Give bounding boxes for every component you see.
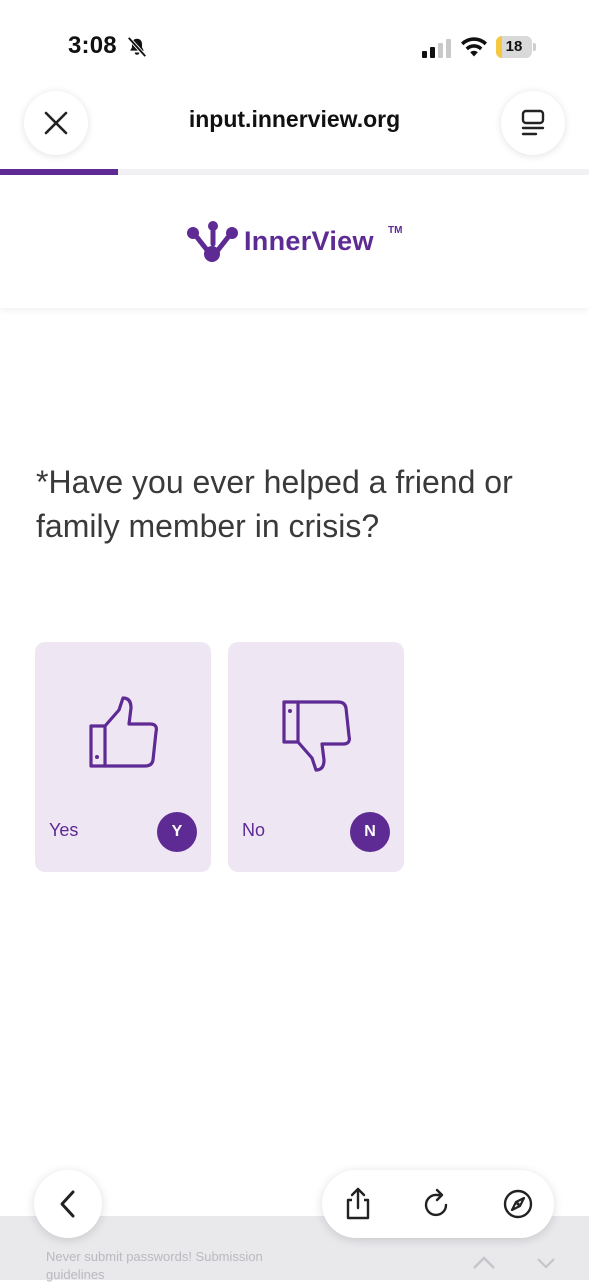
page-progress-bar — [0, 169, 589, 175]
chevron-up-icon[interactable] — [472, 1254, 496, 1270]
url-address[interactable]: input.innerview.org — [120, 106, 469, 133]
compass-icon — [503, 1189, 533, 1219]
thumbs-down-icon — [282, 700, 351, 772]
reload-icon — [424, 1188, 448, 1217]
back-button[interactable] — [34, 1170, 102, 1238]
battery-level-text: 18 — [505, 38, 523, 55]
status-time: 3:08 — [68, 32, 117, 59]
brand-name: InnerView — [244, 226, 374, 256]
reader-menu-button[interactable] — [501, 91, 565, 155]
yes-shortcut-key: Y — [157, 812, 197, 852]
share-button[interactable] — [338, 1184, 378, 1224]
battery-icon: 18 — [496, 36, 532, 58]
chevron-left-icon — [60, 1190, 75, 1218]
no-option-label: No — [242, 820, 266, 840]
page-progress-fill — [0, 169, 118, 175]
no-option-card[interactable]: No N — [228, 642, 404, 872]
reload-button[interactable] — [417, 1184, 457, 1224]
thumbs-up-icon — [89, 696, 158, 768]
browser-toolbar — [322, 1170, 554, 1238]
yes-option-card[interactable]: Yes Y — [35, 642, 211, 872]
yes-option-label: Yes — [49, 820, 79, 840]
close-icon — [44, 111, 68, 135]
no-shortcut-key: N — [350, 812, 390, 852]
status-bar: 3:08 18 — [0, 0, 589, 82]
question-text: *Have you ever helped a friend or family… — [36, 464, 513, 544]
share-icon — [346, 1187, 370, 1220]
brand-header: InnerView TM — [0, 176, 589, 308]
chevron-down-icon[interactable] — [536, 1256, 556, 1270]
brand-trademark: TM — [388, 225, 403, 236]
footer-notice: Never submit passwords! Submission guide… — [46, 1249, 263, 1282]
battery-cap — [533, 43, 536, 51]
cellular-signal-icon — [422, 39, 451, 58]
close-button[interactable] — [24, 91, 88, 155]
browser-header: input.innerview.org — [0, 82, 589, 176]
innerview-logo-icon — [187, 221, 238, 262]
reader-menu-icon — [521, 109, 545, 136]
wifi-icon — [461, 37, 487, 57]
bell-slash-icon — [127, 36, 147, 58]
open-in-safari-button[interactable] — [498, 1184, 538, 1224]
